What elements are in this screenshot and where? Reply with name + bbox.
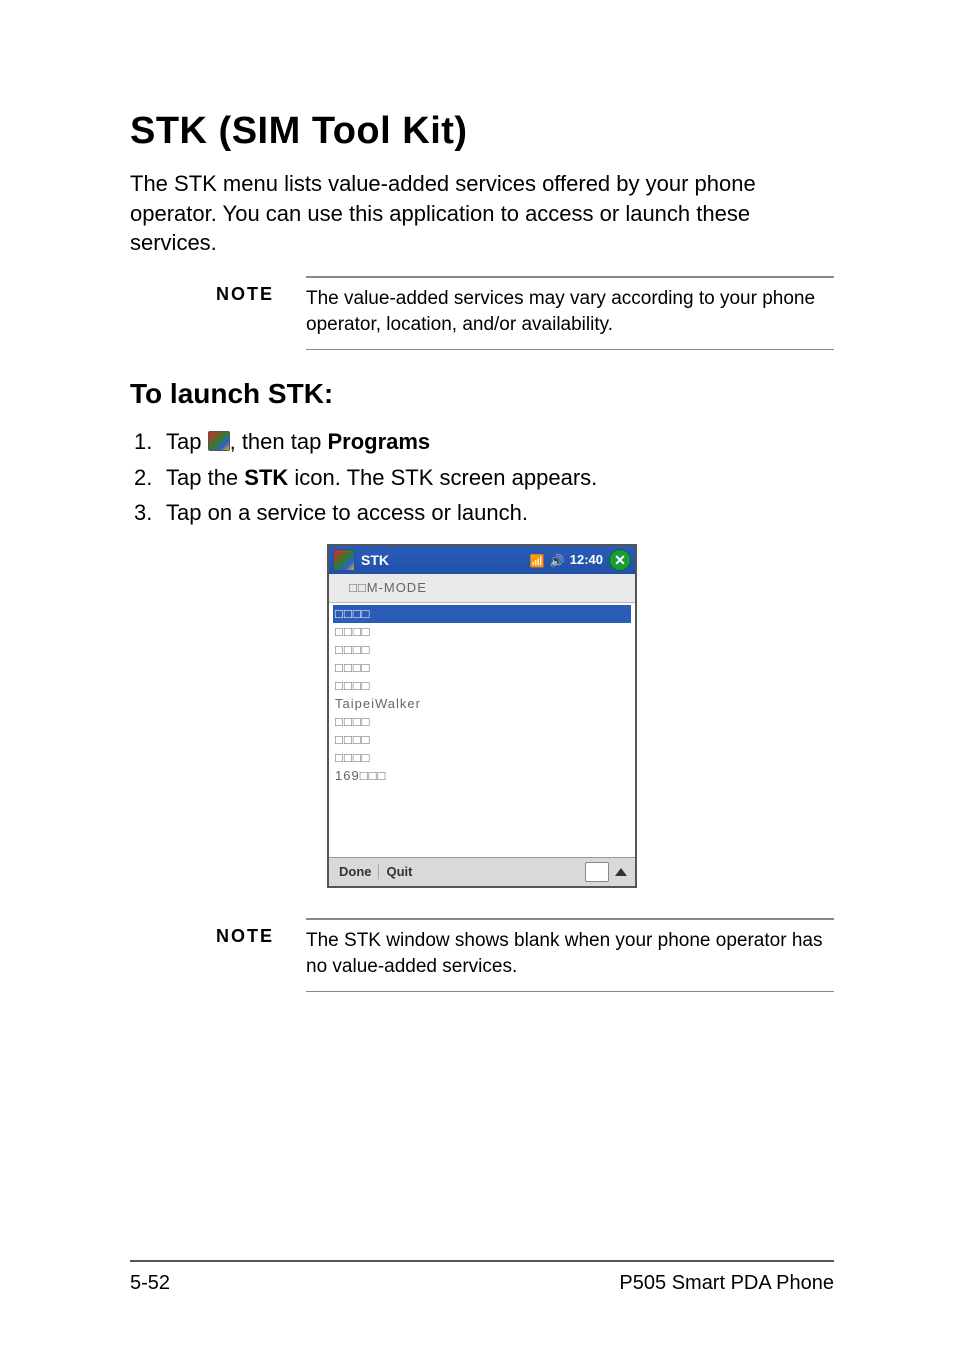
intro-paragraph: The STK menu lists value-added services … [130,169,830,258]
step-2-text-a: Tap the [166,465,244,490]
note-block-2: NOTE The STK window shows blank when you… [216,918,834,992]
signal-icon [530,553,544,567]
step-1-programs: Programs [327,429,430,454]
list-item[interactable]: 169□□□ [333,767,631,785]
pda-footer-bar: Done Quit [329,857,635,886]
page-footer: 5-52 P505 Smart PDA Phone [130,1260,834,1295]
pda-status-icons: 12:40 ✕ [530,549,635,571]
step-2-stk: STK [244,465,288,490]
step-2: Tap the STK icon. The STK screen appears… [130,460,834,495]
speaker-icon [550,553,564,567]
step-3-text: Tap on a service to access or launch. [166,500,528,525]
done-button[interactable]: Done [333,864,379,879]
steps-list: Tap , then tap Programs Tap the STK icon… [130,424,834,530]
list-item[interactable]: □□□□ [333,659,631,677]
step-1: Tap , then tap Programs [130,424,834,459]
list-item[interactable]: □□□□ [333,605,631,623]
list-item[interactable]: □□□□ [333,641,631,659]
step-1-text-b: , then tap [230,429,328,454]
product-name: P505 Smart PDA Phone [619,1272,834,1295]
list-item[interactable]: □□□□ [333,731,631,749]
step-1-text-a: Tap [166,429,208,454]
note-block-1: NOTE The value-added services may vary a… [216,276,834,350]
pda-app-title: STK [361,552,530,568]
note-text: The STK window shows blank when your pho… [306,918,834,992]
page-number: 5-52 [130,1272,170,1295]
step-2-text-c: icon. The STK screen appears. [288,465,597,490]
list-item[interactable]: □□□□ [333,677,631,695]
pda-title-bar: STK 12:40 ✕ [329,546,635,574]
close-icon[interactable]: ✕ [609,549,631,571]
quit-button[interactable]: Quit [381,864,419,879]
note-label: NOTE [216,276,306,305]
page-heading: STK (SIM Tool Kit) [130,110,834,153]
list-item[interactable]: □□□□ [333,713,631,731]
list-item[interactable]: □□□□ [333,623,631,641]
keyboard-icon[interactable] [585,862,609,882]
step-3: Tap on a service to access or launch. [130,495,834,530]
pda-clock: 12:40 [570,552,603,567]
footer-rule [130,1260,834,1262]
pda-window: STK 12:40 ✕ □□M-MODE □□□□ □□□□ □□□□ □□□□… [327,544,637,888]
start-flag-icon[interactable] [333,549,355,571]
list-item[interactable]: TaipeiWalker [333,695,631,713]
pda-service-list: □□□□ □□□□ □□□□ □□□□ □□□□ TaipeiWalker □□… [329,603,635,857]
pda-subheader: □□M-MODE [329,574,635,603]
list-item[interactable]: □□□□ [333,749,631,767]
pda-screenshot: STK 12:40 ✕ □□M-MODE □□□□ □□□□ □□□□ □□□□… [130,544,834,888]
start-icon [208,431,230,451]
arrow-up-icon[interactable] [615,868,627,876]
section-heading: To launch STK: [130,378,834,410]
note-label: NOTE [216,918,306,947]
note-text: The value-added services may vary accord… [306,276,834,350]
